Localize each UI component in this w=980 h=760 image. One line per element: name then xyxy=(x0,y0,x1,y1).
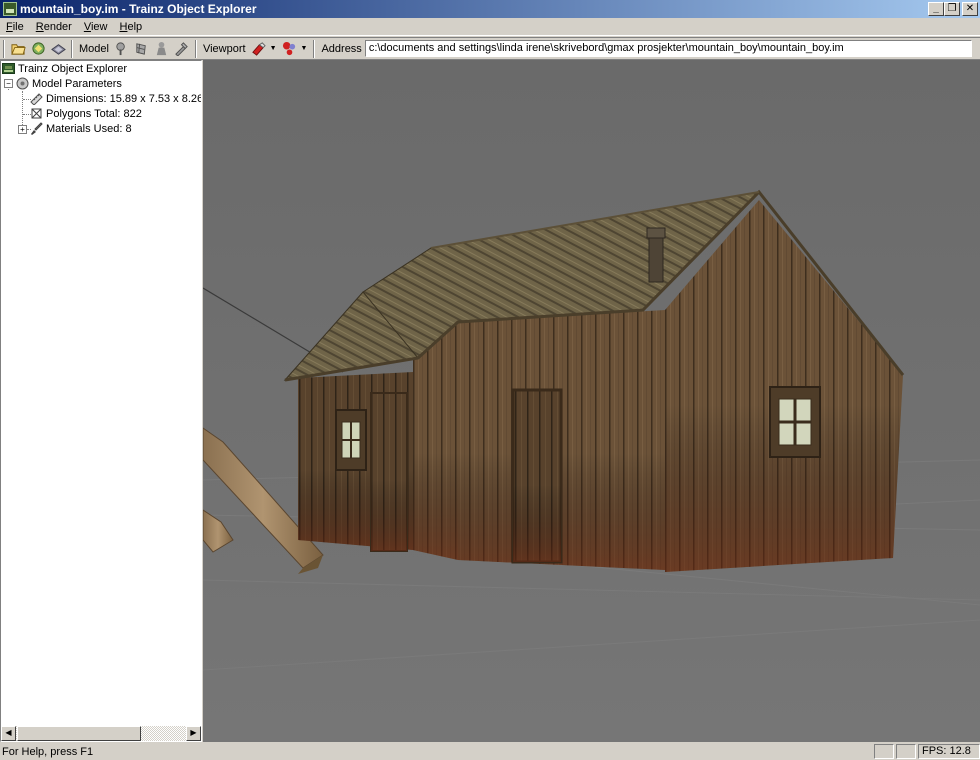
model-mesh-icon[interactable] xyxy=(133,40,151,58)
model-parameters-icon xyxy=(16,77,29,90)
model-label: Model xyxy=(79,42,109,55)
tree-item-label: Polygons Total: 822 xyxy=(46,107,142,120)
menu-help[interactable]: Help xyxy=(114,21,149,33)
scroll-right-icon[interactable]: ▶ xyxy=(186,726,201,741)
window-title: mountain_boy.im - Trainz Object Explorer xyxy=(20,2,257,16)
tree-horizontal-scrollbar[interactable]: ◀ ▶ xyxy=(1,726,201,741)
toolbar-separator xyxy=(71,39,73,58)
restore-button[interactable]: ❐ xyxy=(944,2,960,16)
tree-panel[interactable]: Trainz Object Explorer − Model Parameter… xyxy=(0,60,202,742)
status-cell-empty xyxy=(896,744,916,759)
tree-item-dimensions[interactable]: Dimensions: 15.89 x 7.53 x 8.26 xyxy=(30,91,202,106)
tree-item-label: Materials Used: 8 xyxy=(46,122,132,135)
toolbar-separator xyxy=(194,39,197,58)
tree-item-label: Model Parameters xyxy=(32,77,122,90)
tree-item-materials[interactable]: Materials Used: 8 xyxy=(30,121,132,136)
menu-bar: File Render View Help xyxy=(0,18,980,36)
model-person-icon[interactable] xyxy=(153,40,171,58)
collapse-model-parameters-icon[interactable]: − xyxy=(4,79,13,88)
title-bar[interactable]: mountain_boy.im - Trainz Object Explorer… xyxy=(0,0,980,18)
model-info-icon[interactable] xyxy=(113,40,131,58)
menu-view[interactable]: View xyxy=(78,21,114,33)
ruler-icon xyxy=(30,92,43,105)
tree-item-root[interactable]: Trainz Object Explorer xyxy=(2,61,127,76)
paintbrush-icon xyxy=(30,122,43,135)
tree-item-model-parameters[interactable]: Model Parameters xyxy=(16,76,122,91)
scroll-thumb[interactable] xyxy=(17,726,141,741)
status-help-text: For Help, press F1 xyxy=(2,745,94,758)
trainz-explorer-icon xyxy=(2,62,15,75)
toolbar-grip xyxy=(3,39,5,58)
toolbar-separator xyxy=(313,39,316,58)
address-field[interactable]: c:\documents and settings\linda irene\sk… xyxy=(364,40,972,57)
status-bar: For Help, press F1 FPS: 12.8 xyxy=(0,743,980,760)
polygon-icon xyxy=(30,107,43,120)
toolbar: Model Viewport ▼ ▼ Address c:\documents … xyxy=(0,37,980,60)
menu-file[interactable]: File xyxy=(0,21,30,33)
address-label: Address xyxy=(321,42,362,55)
viewport-scene xyxy=(203,60,980,742)
tree-item-label: Trainz Object Explorer xyxy=(18,62,128,75)
menu-render[interactable]: Render xyxy=(30,21,78,33)
3d-viewport[interactable] xyxy=(203,60,980,742)
minimize-button[interactable]: _ xyxy=(928,2,944,16)
tree-item-polygons[interactable]: Polygons Total: 822 xyxy=(30,106,142,121)
close-button[interactable]: ✕ xyxy=(962,2,978,16)
status-cell-empty xyxy=(874,744,894,759)
scroll-left-icon[interactable]: ◀ xyxy=(1,726,16,741)
viewport-brush-dropdown-icon[interactable]: ▼ xyxy=(270,45,277,52)
app-icon xyxy=(3,2,17,16)
expand-materials-icon[interactable]: + xyxy=(18,125,27,134)
viewport-brush-icon[interactable] xyxy=(250,40,268,58)
model-tool-icon[interactable] xyxy=(173,40,191,58)
fps-readout: FPS: 12.8 xyxy=(918,744,980,759)
window-controls: _ ❐ ✕ xyxy=(928,2,978,16)
save-icon[interactable] xyxy=(49,40,67,58)
viewport-lights-icon[interactable] xyxy=(281,40,299,58)
viewport-label: Viewport xyxy=(202,42,246,55)
reload-icon[interactable] xyxy=(29,40,47,58)
open-icon[interactable] xyxy=(9,40,27,58)
tree-item-label: Dimensions: 15.89 x 7.53 x 8.26 xyxy=(46,92,202,105)
viewport-lights-dropdown-icon[interactable]: ▼ xyxy=(301,45,308,52)
